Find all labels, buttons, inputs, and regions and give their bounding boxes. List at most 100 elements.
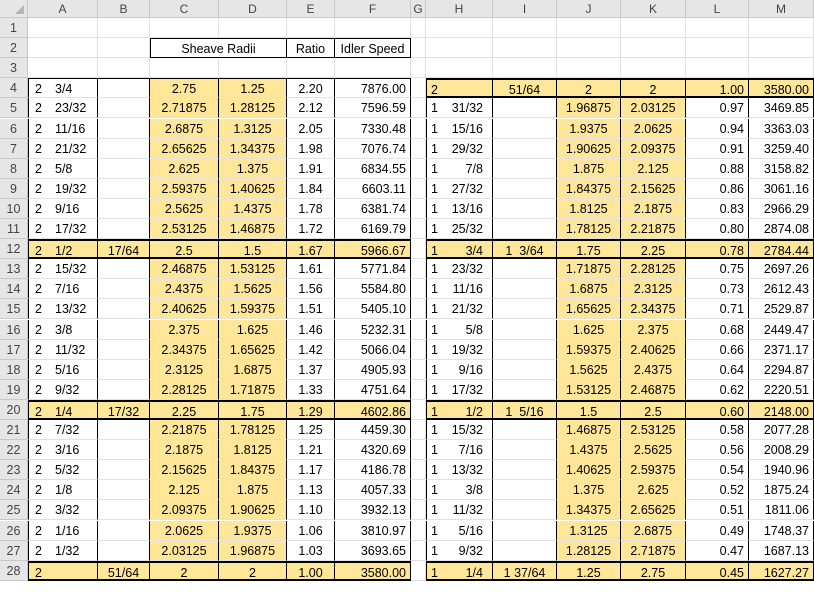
right-m-cell[interactable]: 3061.16 [749, 178, 814, 199]
left-d-cell[interactable]: 1.75 [219, 399, 287, 420]
left-e-cell[interactable]: 1.21 [287, 440, 335, 461]
column-header-c[interactable]: C [150, 0, 219, 18]
right-i-cell[interactable] [493, 520, 557, 541]
row-header-23[interactable]: 23 [0, 460, 28, 481]
right-j-cell[interactable]: 1.4375 [557, 440, 621, 461]
right-h-cell[interactable]: 1 17/32 [426, 379, 493, 400]
left-d-cell[interactable]: 1.90625 [219, 500, 287, 521]
row-header-13[interactable]: 13 [0, 259, 28, 280]
right-j-cell[interactable]: 1.53125 [557, 379, 621, 400]
left-b-cell[interactable] [98, 420, 150, 441]
right-m-cell[interactable]: 3580.00 [749, 78, 814, 99]
right-m-cell[interactable]: 2148.00 [749, 399, 814, 420]
right-k-cell[interactable]: 2.3125 [621, 279, 686, 300]
right-l-cell[interactable]: 0.68 [686, 319, 749, 340]
column-header-l[interactable]: L [686, 0, 749, 18]
right-h-cell[interactable]: 1 23/32 [426, 259, 493, 280]
right-k-cell[interactable]: 2.59375 [621, 460, 686, 481]
left-e-cell[interactable]: 1.84 [287, 178, 335, 199]
row-header-4[interactable]: 4 [0, 78, 28, 99]
left-c-cell[interactable]: 2.28125 [150, 379, 219, 400]
right-m-cell[interactable]: 1627.27 [749, 560, 814, 581]
left-a-cell[interactable]: 2 5/16 [28, 359, 98, 380]
row-header-28[interactable]: 28 [0, 560, 28, 581]
right-l-cell[interactable]: 0.54 [686, 460, 749, 481]
cell[interactable] [411, 178, 426, 199]
left-b-cell[interactable] [98, 219, 150, 240]
left-b-cell[interactable]: 17/64 [98, 239, 150, 260]
cell[interactable] [686, 38, 749, 59]
right-j-cell[interactable]: 1.59375 [557, 339, 621, 360]
right-i-cell[interactable] [493, 420, 557, 441]
left-a-cell[interactable]: 2 1/16 [28, 520, 98, 541]
right-l-cell[interactable]: 0.66 [686, 339, 749, 360]
cell[interactable] [411, 460, 426, 481]
right-l-cell[interactable]: 0.83 [686, 198, 749, 219]
right-h-cell[interactable]: 1 11/16 [426, 279, 493, 300]
left-d-cell[interactable]: 1.5 [219, 239, 287, 260]
left-c-cell[interactable]: 2 [150, 560, 219, 581]
column-header-m[interactable]: M [749, 0, 814, 18]
left-f-cell[interactable]: 7076.74 [335, 138, 411, 159]
right-i-cell[interactable] [493, 178, 557, 199]
left-c-cell[interactable]: 2.375 [150, 319, 219, 340]
right-l-cell[interactable]: 0.45 [686, 560, 749, 581]
right-i-cell[interactable] [493, 219, 557, 240]
left-a-cell[interactable]: 2 21/32 [28, 138, 98, 159]
right-k-cell[interactable]: 2.25 [621, 239, 686, 260]
left-f-cell[interactable]: 4186.78 [335, 460, 411, 481]
left-a-cell[interactable]: 2 1/8 [28, 480, 98, 501]
right-m-cell[interactable]: 1875.24 [749, 480, 814, 501]
right-j-cell[interactable]: 1.625 [557, 319, 621, 340]
left-f-cell[interactable]: 5584.80 [335, 279, 411, 300]
left-f-cell[interactable]: 5405.10 [335, 299, 411, 320]
right-h-cell[interactable]: 1 13/32 [426, 460, 493, 481]
cell[interactable] [411, 259, 426, 280]
left-e-cell[interactable]: 1.46 [287, 319, 335, 340]
column-header-g[interactable]: G [411, 0, 426, 18]
right-k-cell[interactable]: 2.5 [621, 399, 686, 420]
right-l-cell[interactable]: 0.71 [686, 299, 749, 320]
right-j-cell[interactable]: 1.46875 [557, 420, 621, 441]
row-header-11[interactable]: 11 [0, 219, 28, 240]
right-l-cell[interactable]: 0.56 [686, 440, 749, 461]
row-header-7[interactable]: 7 [0, 138, 28, 159]
cell[interactable] [335, 18, 411, 39]
left-a-cell[interactable]: 2 11/32 [28, 339, 98, 360]
left-b-cell[interactable] [98, 198, 150, 219]
cell[interactable] [749, 38, 814, 59]
cell[interactable] [411, 78, 426, 99]
right-h-cell[interactable]: 1 29/32 [426, 138, 493, 159]
left-c-cell[interactable]: 2.59375 [150, 178, 219, 199]
row-header-10[interactable]: 10 [0, 198, 28, 219]
left-f-cell[interactable]: 6169.79 [335, 219, 411, 240]
right-i-cell[interactable] [493, 198, 557, 219]
cell[interactable] [493, 58, 557, 79]
cell[interactable] [28, 58, 98, 79]
right-h-cell[interactable]: 1 15/16 [426, 118, 493, 139]
right-h-cell[interactable]: 1 25/32 [426, 219, 493, 240]
right-i-cell[interactable] [493, 379, 557, 400]
left-a-cell[interactable]: 2 [28, 560, 98, 581]
cell[interactable] [411, 18, 426, 39]
left-c-cell[interactable]: 2.03125 [150, 540, 219, 561]
left-f-cell[interactable]: 5066.04 [335, 339, 411, 360]
row-header-2[interactable]: 2 [0, 38, 28, 59]
row-header-5[interactable]: 5 [0, 98, 28, 119]
right-k-cell[interactable]: 2.03125 [621, 98, 686, 119]
left-a-cell[interactable]: 2 1/2 [28, 239, 98, 260]
left-c-cell[interactable]: 2.65625 [150, 138, 219, 159]
left-b-cell[interactable] [98, 359, 150, 380]
cell[interactable] [28, 18, 98, 39]
row-header-20[interactable]: 20 [0, 399, 28, 420]
left-f-cell[interactable]: 5966.67 [335, 239, 411, 260]
cell[interactable] [749, 18, 814, 39]
right-h-cell[interactable]: 1 7/16 [426, 440, 493, 461]
left-d-cell[interactable]: 2 [219, 560, 287, 581]
cell[interactable] [411, 480, 426, 501]
right-m-cell[interactable]: 3158.82 [749, 158, 814, 179]
right-i-cell[interactable] [493, 138, 557, 159]
left-e-cell[interactable]: 1.91 [287, 158, 335, 179]
right-j-cell[interactable]: 1.5625 [557, 359, 621, 380]
cell[interactable] [621, 58, 686, 79]
